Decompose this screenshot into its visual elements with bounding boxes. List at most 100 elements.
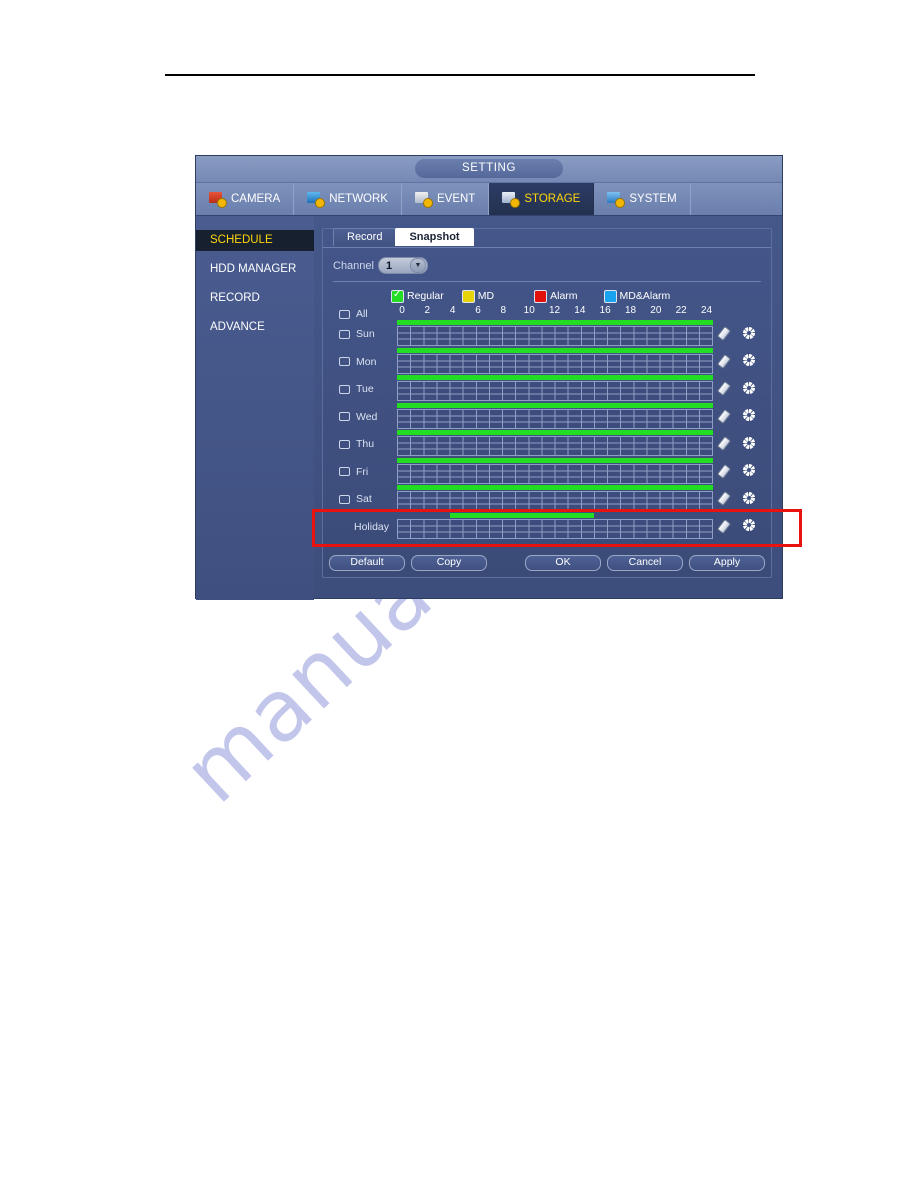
sidebar-item-advance[interactable]: ADVANCE (196, 317, 314, 338)
schedule-row-head[interactable]: Wed (333, 408, 397, 426)
sidebar-item-hdd-manager[interactable]: HDD MANAGER (196, 259, 314, 280)
schedule-track[interactable] (397, 430, 713, 456)
dvr-setting-dialog: SETTING CAMERA NETWORK EVENT STORAGE SYS… (196, 156, 782, 600)
checkbox-tue[interactable] (339, 384, 350, 394)
topnav-label-camera: CAMERA (231, 193, 281, 205)
schedule-row: Wed (333, 402, 761, 431)
copy-button[interactable]: Copy (411, 555, 487, 571)
schedule-row: Thu (333, 430, 761, 458)
schedule-header-row: All 0 2 4 6 8 10 12 14 16 18 20 22 24 (333, 305, 761, 320)
tab-snapshot[interactable]: Snapshot (395, 228, 474, 246)
schedule-track[interactable] (397, 512, 713, 539)
checkbox-thu[interactable] (339, 439, 350, 449)
gear-icon[interactable] (742, 463, 756, 477)
all-row-head[interactable]: All (333, 305, 397, 323)
topnav-item-system[interactable]: SYSTEM (594, 183, 691, 215)
schedule-track[interactable] (397, 347, 713, 374)
schedule-row-label: Sat (356, 493, 372, 505)
network-icon (307, 192, 325, 207)
channel-select[interactable]: 1 ▼ (377, 257, 428, 274)
eraser-icon[interactable] (717, 435, 732, 452)
schedule-period-bar (397, 457, 713, 463)
eraser-icon[interactable] (717, 463, 732, 479)
schedule-track[interactable] (397, 320, 713, 346)
schedule-grid-cells (397, 353, 713, 374)
schedule-period-bar (397, 320, 713, 325)
hour-tick: 20 (650, 305, 662, 316)
channel-row: Channel 1 ▼ (333, 256, 761, 275)
legend-item-alarm[interactable]: Alarm (534, 289, 578, 303)
checkbox-wed[interactable] (339, 412, 350, 421)
topnav-item-network[interactable]: NETWORK (294, 183, 402, 215)
legend-item-md[interactable]: MD (461, 289, 494, 303)
legend-label-alarm: Alarm (550, 290, 578, 302)
schedule-row-head[interactable]: Tue (333, 380, 397, 398)
channel-label: Channel (333, 259, 374, 272)
tab-record[interactable]: Record (333, 228, 397, 246)
channel-value: 1 (385, 259, 393, 272)
gear-icon[interactable] (742, 381, 756, 395)
schedule-row-head[interactable]: Sun (333, 325, 397, 343)
schedule-row-head[interactable]: Fri (333, 463, 397, 481)
gear-icon[interactable] (742, 436, 756, 450)
eraser-icon[interactable] (717, 380, 732, 397)
schedule-track[interactable] (397, 457, 713, 484)
schedule-row-label: Mon (356, 355, 377, 368)
schedule-period-bar (397, 430, 713, 435)
schedule-bar-lane (397, 430, 713, 435)
checkbox-sat[interactable] (339, 494, 350, 504)
gear-icon[interactable] (742, 491, 756, 505)
schedule-track[interactable] (397, 485, 713, 511)
topnav-label-system: SYSTEM (629, 193, 677, 205)
checkbox-mon[interactable] (339, 357, 350, 366)
schedule-track[interactable] (397, 375, 713, 401)
topnav-filler (691, 183, 782, 215)
eraser-icon[interactable] (717, 518, 732, 534)
chevron-down-icon[interactable]: ▼ (409, 258, 426, 273)
legend-label-regular: Regular (407, 290, 444, 302)
cancel-button[interactable]: Cancel (607, 555, 683, 571)
schedule-bar-lane (397, 320, 713, 325)
dialog-titlebar: SETTING (196, 156, 782, 183)
apply-button[interactable]: Apply (689, 555, 765, 571)
schedule-bar-lane (397, 347, 713, 353)
schedule-row-tools (713, 485, 761, 510)
gear-icon[interactable] (742, 326, 756, 340)
topnav-item-storage[interactable]: STORAGE (489, 183, 595, 215)
topnav-label-event: EVENT (436, 193, 476, 205)
hour-tick: 10 (523, 305, 535, 316)
schedule-row-label: Fri (356, 465, 369, 478)
schedule-row-label: Tue (356, 383, 374, 395)
schedule-panel: Record Snapshot Channel 1 ▼ ✓ Regular MD… (322, 228, 772, 578)
checkbox-sun[interactable] (339, 329, 350, 339)
eraser-icon[interactable] (717, 353, 732, 369)
sidebar-item-record[interactable]: RECORD (196, 288, 314, 309)
sidebar-item-schedule[interactable]: SCHEDULE (196, 230, 314, 251)
schedule-row-label: Sun (356, 328, 375, 340)
all-row-label: All (356, 308, 368, 320)
schedule-rows: Sun Mon Tue Wed Thu Fri Sat Holiday (333, 320, 761, 540)
eraser-icon[interactable] (717, 325, 732, 342)
default-button[interactable]: Default (329, 555, 405, 571)
checkbox-all[interactable] (339, 309, 350, 319)
schedule-row-head[interactable]: Holiday (333, 518, 397, 536)
gear-icon[interactable] (742, 518, 756, 532)
schedule-grid-cells (397, 463, 713, 484)
schedule-track[interactable] (397, 402, 713, 429)
schedule-row-head[interactable]: Sat (333, 490, 397, 508)
gear-icon[interactable] (742, 353, 756, 367)
hour-tick: 24 (700, 305, 713, 316)
eraser-icon[interactable] (717, 490, 732, 507)
legend-item-regular[interactable]: Regular (391, 289, 444, 303)
schedule-bar-lane (397, 402, 713, 408)
checkbox-fri[interactable] (339, 467, 350, 476)
schedule-row-head[interactable]: Thu (333, 435, 397, 453)
topnav-item-camera[interactable]: CAMERA (196, 183, 295, 215)
schedule-row-head[interactable]: Mon (333, 353, 397, 371)
topnav-item-event[interactable]: EVENT (402, 183, 490, 215)
legend-item-md-alarm[interactable]: MD&Alarm (603, 289, 670, 303)
eraser-icon[interactable] (717, 408, 732, 424)
ok-button[interactable]: OK (525, 555, 601, 571)
gear-icon[interactable] (742, 408, 756, 422)
schedule-period-bar (397, 402, 713, 408)
